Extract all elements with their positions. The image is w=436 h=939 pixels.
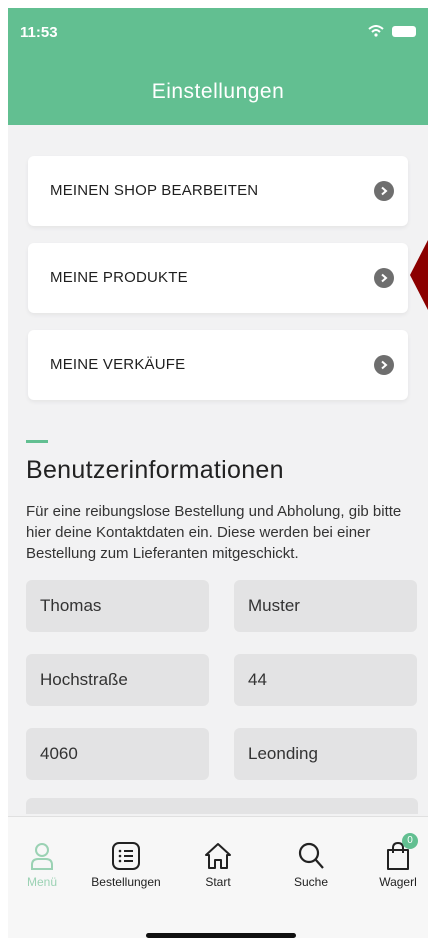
menu-item-shop-bearbeiten[interactable]: MEINEN SHOP BEARBEITEN (28, 156, 408, 226)
menu-item-produkte[interactable]: MEINE PRODUKTE (28, 243, 408, 313)
person-icon (31, 843, 53, 870)
tab-cart[interactable]: 0 Wagerl (358, 833, 428, 889)
section-title: Benutzerinformationen (26, 456, 284, 484)
chevron-right-icon (374, 268, 394, 288)
menu-item-label: MEINEN SHOP BEARBEITEN (50, 182, 259, 199)
tab-label: Wagerl (379, 875, 417, 889)
section-accent-line (26, 440, 48, 443)
additional-field[interactable] (26, 798, 418, 814)
page-title: Einstellungen (151, 80, 285, 103)
tab-search[interactable]: Suche (271, 837, 351, 889)
app-header: 11:53 Einstellungen (8, 8, 428, 125)
red-pointer-arrow (410, 240, 428, 310)
app-screen: 11:53 Einstellungen MEINEN SHOP BEARBEIT… (8, 8, 428, 938)
tab-label: Bestellungen (91, 875, 161, 889)
cart-badge: 0 (402, 833, 418, 849)
city-field[interactable]: Leonding (234, 728, 417, 780)
wifi-icon (368, 25, 384, 37)
chevron-right-icon (374, 355, 394, 375)
tab-orders[interactable]: Bestellungen (86, 837, 166, 889)
status-time: 11:53 (20, 24, 58, 41)
street-field[interactable]: Hochstraße (26, 654, 209, 706)
tab-start[interactable]: Start (178, 837, 258, 889)
menu-item-label: MEINE PRODUKTE (50, 269, 188, 286)
tab-label: Menü (26, 875, 58, 889)
tab-bar: Menü Bestellungen Start Suche 0 Wagerl (8, 816, 428, 938)
chevron-right-icon (374, 181, 394, 201)
home-icon (205, 843, 231, 869)
tab-label: Suche (293, 875, 329, 889)
tab-label: Start (205, 875, 231, 889)
battery-icon (392, 25, 416, 37)
list-icon (112, 842, 140, 870)
house-number-field[interactable]: 44 (234, 654, 417, 706)
status-icons (368, 25, 416, 37)
home-indicator (146, 933, 296, 938)
zip-field[interactable]: 4060 (26, 728, 209, 780)
last-name-field[interactable]: Muster (234, 580, 417, 632)
section-description: Für eine reibungslose Bestellung und Abh… (26, 503, 402, 562)
tab-menu[interactable]: Menü (8, 837, 82, 889)
menu-item-label: MEINE VERKÄUFE (50, 356, 186, 373)
search-icon (298, 842, 324, 869)
menu-item-verkaeufe[interactable]: MEINE VERKÄUFE (28, 330, 408, 400)
first-name-field[interactable]: Thomas (26, 580, 209, 632)
